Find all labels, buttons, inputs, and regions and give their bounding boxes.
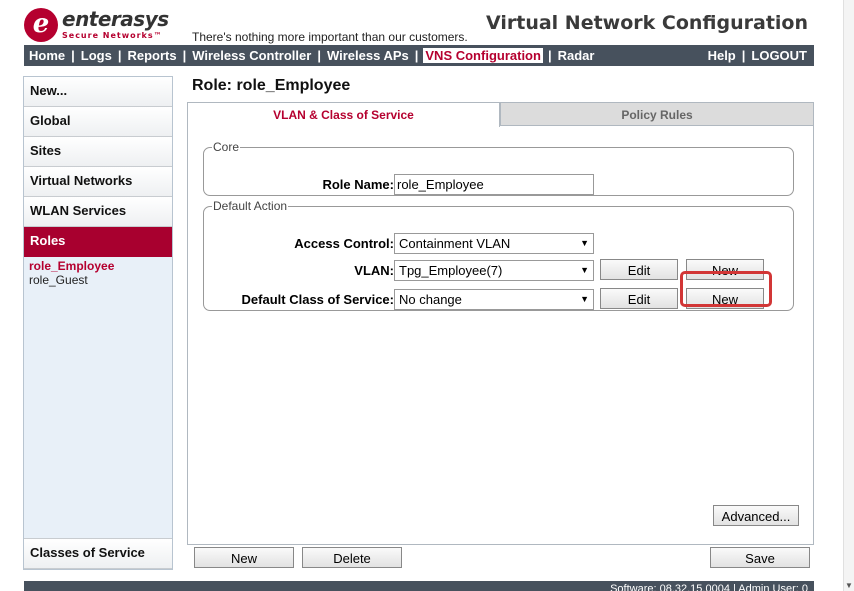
vlan-edit-button[interactable]: Edit: [600, 259, 678, 280]
window-scrollbar[interactable]: ▼: [843, 0, 854, 591]
logo-e-icon: e: [24, 8, 58, 42]
default-action-legend: Default Action: [213, 199, 288, 213]
vlan-select[interactable]: Tpg_Employee(7) ▼: [394, 259, 594, 281]
core-group: Core Role Name:: [203, 140, 794, 196]
roles-list: role_Employee role_Guest: [24, 257, 172, 287]
sidebar-item-wlan-services[interactable]: WLAN Services: [24, 197, 172, 227]
access-control-row: Access Control: Containment VLAN ▼: [204, 232, 793, 254]
app-title: Virtual Network Configuration: [485, 12, 808, 34]
sidebar-item-new[interactable]: New...: [24, 77, 172, 107]
logo-wordmark: enterasys: [62, 7, 169, 31]
default-cos-select[interactable]: No change ▼: [394, 288, 594, 310]
vlan-value: Tpg_Employee(7): [399, 262, 503, 278]
nav-help[interactable]: Help: [703, 48, 741, 63]
top-nav-bar: Home | Logs | Reports | Wireless Control…: [24, 45, 814, 66]
sidebar-item-roles[interactable]: Roles: [24, 227, 172, 257]
page-title: Role: role_Employee: [192, 77, 351, 94]
footer-status-text: Software: 08.32.15.0004 | Admin User: 0: [610, 583, 808, 591]
tab-vlan-class-of-service[interactable]: VLAN & Class of Service: [187, 102, 500, 127]
save-button[interactable]: Save: [710, 547, 810, 568]
vlan-label: VLAN:: [354, 262, 394, 278]
scroll-down-icon[interactable]: ▼: [845, 581, 853, 590]
new-role-button[interactable]: New: [194, 547, 294, 568]
nav-reports[interactable]: Reports: [122, 48, 181, 63]
nav-separator: |: [414, 48, 419, 63]
enterasys-logo: e enterasys Secure Networks™: [24, 7, 194, 44]
highlight-box: [680, 271, 772, 307]
role-name-label: Role Name:: [322, 176, 394, 192]
nav-wireless-aps[interactable]: Wireless APs: [322, 48, 414, 63]
delete-role-button[interactable]: Delete: [302, 547, 402, 568]
footer-bar: Software: 08.32.15.0004 | Admin User: 0: [24, 581, 814, 591]
nav-right-group: Help | LOGOUT: [703, 48, 814, 63]
role-name-row: Role Name:: [204, 173, 793, 195]
sidebar-item-virtual-networks[interactable]: Virtual Networks: [24, 167, 172, 197]
dropdown-arrow-icon: ▼: [580, 293, 589, 304]
nav-logs[interactable]: Logs: [76, 48, 117, 63]
sidebar-bottom: Classes of Service: [24, 538, 172, 569]
logo-subtitle: Secure Networks™: [62, 31, 163, 40]
access-control-select[interactable]: Containment VLAN ▼: [394, 232, 594, 254]
role-item-guest[interactable]: role_Guest: [29, 273, 172, 287]
tab-policy-rules[interactable]: Policy Rules: [500, 102, 814, 126]
role-item-employee[interactable]: role_Employee: [29, 259, 172, 273]
tab-panel: Core Role Name: Default Action Access Co…: [187, 125, 814, 545]
nav-logout[interactable]: LOGOUT: [746, 48, 812, 63]
advanced-button[interactable]: Advanced...: [713, 505, 799, 526]
cos-edit-button[interactable]: Edit: [600, 288, 678, 309]
access-control-value: Containment VLAN: [399, 235, 511, 251]
default-cos-label: Default Class of Service:: [241, 291, 394, 307]
access-control-label: Access Control:: [294, 235, 394, 251]
role-name-input[interactable]: [394, 173, 594, 195]
nav-home[interactable]: Home: [24, 48, 70, 63]
sidebar: New... Global Sites Virtual Networks WLA…: [23, 76, 173, 570]
sidebar-item-global[interactable]: Global: [24, 107, 172, 137]
tagline: There's nothing more important than our …: [192, 30, 468, 44]
sidebar-item-classes-of-service[interactable]: Classes of Service: [24, 539, 172, 569]
core-legend: Core: [213, 140, 240, 154]
nav-vns-configuration[interactable]: VNS Configuration: [423, 48, 543, 63]
nav-wireless-controller[interactable]: Wireless Controller: [187, 48, 316, 63]
sidebar-item-sites[interactable]: Sites: [24, 137, 172, 167]
default-cos-value: No change: [399, 291, 462, 307]
nav-radar[interactable]: Radar: [553, 48, 600, 63]
dropdown-arrow-icon: ▼: [580, 264, 589, 275]
dropdown-arrow-icon: ▼: [580, 237, 589, 248]
